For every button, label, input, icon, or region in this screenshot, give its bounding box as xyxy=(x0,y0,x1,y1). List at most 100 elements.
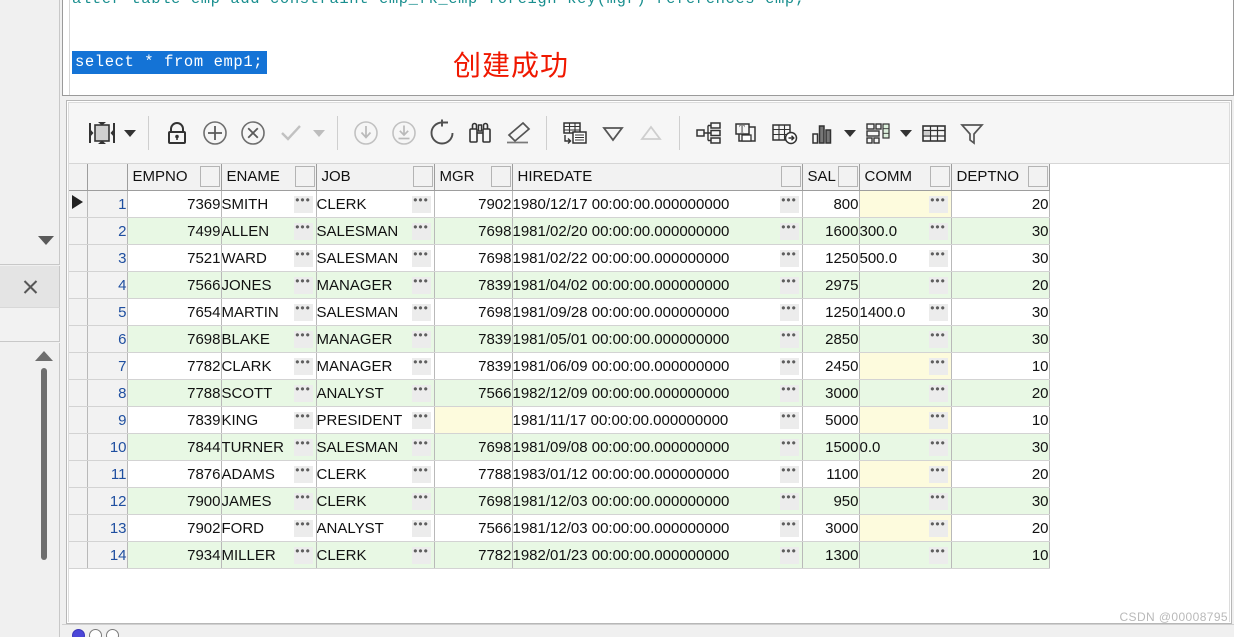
row-number-cell[interactable]: 10 xyxy=(87,433,128,461)
column-filter-box[interactable] xyxy=(490,166,511,187)
table-row[interactable]: 13 7902 FORD ••• ANALYST ••• 7566 1981/12/03 00… xyxy=(69,514,1050,542)
cell-comm[interactable]: 500.0 ••• xyxy=(859,244,952,272)
status-radio-1[interactable] xyxy=(72,629,85,637)
cell-deptno[interactable]: 30 xyxy=(951,325,1050,353)
cell-empno[interactable]: 7839 xyxy=(127,406,222,434)
cell-empno[interactable]: 7876 xyxy=(127,460,222,488)
cell-sal[interactable]: 1250 xyxy=(802,298,860,326)
cell-job[interactable]: CLERK ••• xyxy=(316,487,435,515)
cell-editor-ellipsis-icon[interactable]: ••• xyxy=(293,302,313,321)
cell-editor-ellipsis-icon[interactable]: ••• xyxy=(293,194,313,213)
cell-ename[interactable]: MILLER ••• xyxy=(221,541,317,569)
row-number-cell[interactable]: 4 xyxy=(87,271,128,299)
cell-editor-ellipsis-icon[interactable]: ••• xyxy=(928,410,948,429)
cell-editor-ellipsis-icon[interactable]: ••• xyxy=(779,545,799,564)
table-row[interactable]: 5 7654 MARTIN ••• SALESMAN ••• 7698 1981/09/28 … xyxy=(69,298,1050,326)
cell-editor-ellipsis-icon[interactable]: ••• xyxy=(411,356,431,375)
cell-editor-ellipsis-icon[interactable]: ••• xyxy=(411,275,431,294)
cell-mgr[interactable]: 7782 xyxy=(434,541,513,569)
header-sal[interactable]: SAL xyxy=(802,164,860,191)
cell-ename[interactable]: JONES ••• xyxy=(221,271,317,299)
cell-job[interactable]: PRESIDENT ••• xyxy=(316,406,435,434)
bar-chart-icon[interactable] xyxy=(803,113,841,153)
header-ename[interactable]: ENAME xyxy=(221,164,317,191)
cell-empno[interactable]: 7934 xyxy=(127,541,222,569)
table-row[interactable]: 9 7839 KING ••• PRESIDENT ••• 1981/11/17 00:00… xyxy=(69,406,1050,434)
cell-sal[interactable]: 2450 xyxy=(802,352,860,380)
cell-job[interactable]: CLERK ••• xyxy=(316,190,435,218)
cell-editor-ellipsis-icon[interactable]: ••• xyxy=(779,275,799,294)
column-filter-box[interactable] xyxy=(837,166,858,187)
row-number-cell[interactable]: 11 xyxy=(87,460,128,488)
funnel-filter-icon[interactable] xyxy=(953,113,991,153)
cell-job[interactable]: SALESMAN ••• xyxy=(316,433,435,461)
cell-empno[interactable]: 7902 xyxy=(127,514,222,542)
cell-sal[interactable]: 1100 xyxy=(802,460,860,488)
row-marker-cell[interactable] xyxy=(69,244,88,272)
cell-editor-ellipsis-icon[interactable]: ••• xyxy=(293,545,313,564)
single-record-view-icon[interactable] xyxy=(83,113,121,153)
cell-editor-ellipsis-icon[interactable]: ••• xyxy=(928,221,948,240)
cell-ename[interactable]: BLAKE ••• xyxy=(221,325,317,353)
cell-editor-ellipsis-icon[interactable]: ••• xyxy=(779,437,799,456)
tree-view-icon[interactable] xyxy=(689,113,727,153)
cell-comm[interactable]: 1400.0 ••• xyxy=(859,298,952,326)
cell-hiredate[interactable]: 1981/11/17 00:00:00.000000000 ••• xyxy=(512,406,803,434)
cell-deptno[interactable]: 30 xyxy=(951,244,1050,272)
row-number-cell[interactable]: 12 xyxy=(87,487,128,515)
cell-editor-ellipsis-icon[interactable]: ••• xyxy=(779,194,799,213)
cell-mgr[interactable]: 7839 xyxy=(434,271,513,299)
row-number-cell[interactable]: 2 xyxy=(87,217,128,245)
cell-job[interactable]: SALESMAN ••• xyxy=(316,298,435,326)
cell-editor-ellipsis-icon[interactable]: ••• xyxy=(779,383,799,402)
download-circle-icon[interactable] xyxy=(347,113,385,153)
cell-ename[interactable]: SMITH ••• xyxy=(221,190,317,218)
header-comm[interactable]: COMM xyxy=(859,164,952,191)
column-filter-box[interactable] xyxy=(199,166,220,187)
cell-editor-ellipsis-icon[interactable]: ••• xyxy=(928,518,948,537)
cell-hiredate[interactable]: 1981/04/02 00:00:00.000000000 ••• xyxy=(512,271,803,299)
cell-job[interactable]: SALESMAN ••• xyxy=(316,244,435,272)
cell-comm[interactable]: 300.0 ••• xyxy=(859,217,952,245)
cell-comm[interactable]: ••• xyxy=(859,190,952,218)
cell-editor-ellipsis-icon[interactable]: ••• xyxy=(928,437,948,456)
row-number-cell[interactable]: 6 xyxy=(87,325,128,353)
cell-comm[interactable]: ••• xyxy=(859,406,952,434)
cell-mgr[interactable] xyxy=(434,406,513,434)
cell-comm[interactable]: 0.0 ••• xyxy=(859,433,952,461)
cell-hiredate[interactable]: 1981/02/22 00:00:00.000000000 ••• xyxy=(512,244,803,272)
sql-statement-line-1[interactable]: alter table emp add constraint emp_fk_em… xyxy=(72,0,805,8)
cell-ename[interactable]: CLARK ••• xyxy=(221,352,317,380)
row-number-cell[interactable]: 9 xyxy=(87,406,128,434)
cell-editor-ellipsis-icon[interactable]: ••• xyxy=(293,410,313,429)
chevron-down-icon[interactable] xyxy=(38,236,54,245)
table-row[interactable]: 2 7499 ALLEN ••• SALESMAN ••• 7698 1981/02/20 0… xyxy=(69,217,1050,245)
result-grid-scroll-area[interactable]: EMPNO ENAME JOB MGR HIREDATE SAL COMM DE… xyxy=(69,164,1229,622)
cell-sal[interactable]: 1300 xyxy=(802,541,860,569)
pivot-dropdown-caret[interactable] xyxy=(897,113,915,153)
cell-empno[interactable]: 7521 xyxy=(127,244,222,272)
table-row[interactable]: 10 7844 TURNER ••• SALESMAN ••• 7698 1981/09/08… xyxy=(69,433,1050,461)
cell-job[interactable]: MANAGER ••• xyxy=(316,325,435,353)
cell-editor-ellipsis-icon[interactable]: ••• xyxy=(293,275,313,294)
cell-ename[interactable]: WARD ••• xyxy=(221,244,317,272)
cell-mgr[interactable]: 7698 xyxy=(434,487,513,515)
cell-editor-ellipsis-icon[interactable]: ••• xyxy=(928,248,948,267)
table-row[interactable]: 3 7521 WARD ••• SALESMAN ••• 7698 1981/02/22 00… xyxy=(69,244,1050,272)
row-marker-cell[interactable] xyxy=(69,271,88,299)
row-marker-cell[interactable] xyxy=(69,379,88,407)
refresh-circle-icon[interactable] xyxy=(423,113,461,153)
cell-ename[interactable]: JAMES ••• xyxy=(221,487,317,515)
cell-editor-ellipsis-icon[interactable]: ••• xyxy=(928,302,948,321)
grid-export-icon[interactable] xyxy=(765,113,803,153)
cell-comm[interactable]: ••• xyxy=(859,460,952,488)
cell-mgr[interactable]: 7566 xyxy=(434,514,513,542)
cell-ename[interactable]: ALLEN ••• xyxy=(221,217,317,245)
binoculars-icon[interactable] xyxy=(461,113,499,153)
close-panel-button[interactable] xyxy=(0,266,60,308)
cell-mgr[interactable]: 7698 xyxy=(434,217,513,245)
cell-job[interactable]: ANALYST ••• xyxy=(316,514,435,542)
table-row[interactable]: 4 7566 JONES ••• MANAGER ••• 7839 1981/04/02 00… xyxy=(69,271,1050,299)
table-row[interactable]: 8 7788 SCOTT ••• ANALYST ••• 7566 1982/12/09 00… xyxy=(69,379,1050,407)
cell-hiredate[interactable]: 1981/12/03 00:00:00.000000000 ••• xyxy=(512,487,803,515)
